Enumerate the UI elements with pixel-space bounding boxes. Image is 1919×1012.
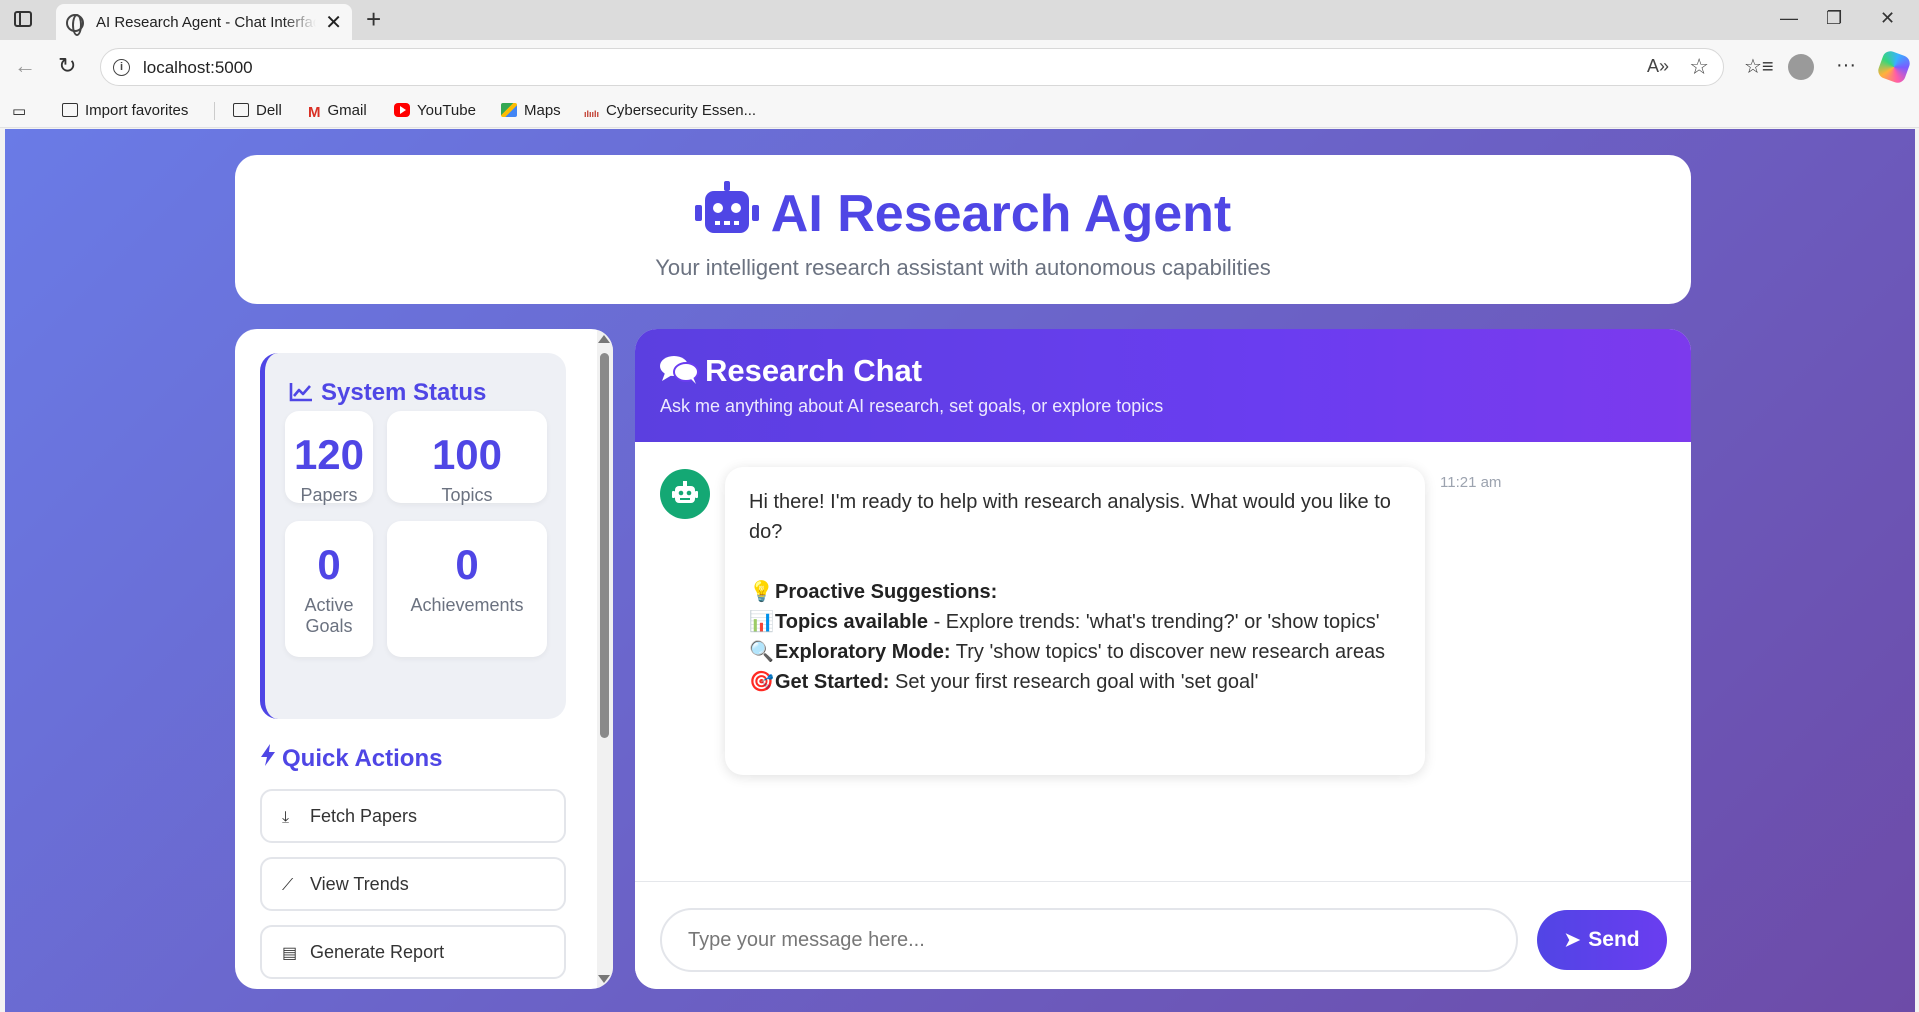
bot-message-bubble: Hi there! I'm ready to help with researc… xyxy=(725,467,1425,775)
new-tab-button[interactable]: + xyxy=(366,4,381,35)
profile-avatar-icon[interactable] xyxy=(1788,54,1814,80)
robot-icon xyxy=(672,481,698,503)
comments-icon xyxy=(660,356,699,384)
bar-chart-icon: 📊 xyxy=(749,611,774,633)
youtube-icon xyxy=(394,103,410,117)
reading-list-icon[interactable]: ▭ xyxy=(12,102,26,120)
chat-panel: Research Chat Ask me anything about AI r… xyxy=(635,329,1691,989)
url-text[interactable]: localhost:5000 xyxy=(143,58,253,78)
scrollbar-thumb[interactable] xyxy=(600,353,609,738)
back-icon[interactable]: ← xyxy=(14,53,36,79)
cisco-icon: ılıılı xyxy=(584,109,600,119)
bookmark-import-favorites[interactable]: Import favorites xyxy=(62,102,188,119)
paper-plane-icon: ➤ xyxy=(1564,930,1581,951)
browser-tab[interactable]: AI Research Agent - Chat Interface ✕ xyxy=(56,4,352,40)
stat-topics: 100 Topics xyxy=(387,411,547,505)
stat-label: Achievements xyxy=(410,595,524,615)
bookmarks-bar: ▭ Import favorites Dell M Gmail YouTube M… xyxy=(0,94,1919,128)
sidebar-toggle-icon[interactable] xyxy=(14,11,32,27)
suggestions-heading: 💡Proactive Suggestions: xyxy=(749,577,1401,607)
bolt-icon xyxy=(261,744,275,766)
scroll-down-icon[interactable] xyxy=(598,975,610,983)
message-input[interactable] xyxy=(660,908,1518,972)
system-status-heading: System Status xyxy=(289,379,486,407)
message-timestamp: 11:21 am xyxy=(1440,474,1502,491)
chat-title: Research Chat xyxy=(659,353,922,389)
stat-label: Active Goals xyxy=(304,595,354,636)
view-trends-button[interactable]: ⟋ View Trends xyxy=(260,857,566,911)
folder-icon xyxy=(233,103,249,117)
page-title: AI Research Agent xyxy=(235,181,1691,244)
stat-label: Topics xyxy=(441,485,493,505)
restore-icon[interactable]: ❐ xyxy=(1826,8,1842,29)
globe-icon xyxy=(66,14,84,36)
copilot-icon[interactable] xyxy=(1876,49,1912,85)
more-menu-icon[interactable]: ··· xyxy=(1836,54,1856,77)
read-aloud-icon[interactable]: A» xyxy=(1647,56,1669,77)
suggestion-item: 🔍Exploratory Mode: Try 'show topics' to … xyxy=(749,637,1401,667)
fetch-papers-button[interactable]: ⤓ Fetch Papers xyxy=(260,789,566,843)
import-icon xyxy=(62,103,78,117)
stat-value: 0 xyxy=(455,541,479,588)
bookmark-youtube[interactable]: YouTube xyxy=(394,102,476,119)
stat-papers: 120 Papers xyxy=(285,411,373,505)
tab-close-icon[interactable]: ✕ xyxy=(325,10,342,35)
hero-header: AI Research Agent Your intelligent resea… xyxy=(235,155,1691,304)
sidebar-scrollbar[interactable] xyxy=(597,329,613,989)
stat-value: 100 xyxy=(431,431,503,478)
favorites-icon[interactable]: ☆≡ xyxy=(1744,54,1774,79)
suggestion-item: 📊Topics available - Explore trends: 'wha… xyxy=(749,607,1401,637)
lightbulb-icon: 💡 xyxy=(749,581,774,603)
minimize-icon[interactable]: — xyxy=(1780,8,1798,29)
stat-active-goals: 0 Active Goals xyxy=(285,521,373,657)
chart-line-icon xyxy=(289,383,312,402)
url-field[interactable]: i localhost:5000 A» ☆ xyxy=(100,48,1724,86)
download-icon: ⤓ xyxy=(282,809,290,826)
reload-icon[interactable]: ↻ xyxy=(58,53,76,79)
target-icon: 🎯 xyxy=(749,671,774,693)
system-status-card: System Status 120 Papers 100 Topics 0 Ac… xyxy=(260,353,566,719)
chat-header: Research Chat Ask me anything about AI r… xyxy=(635,329,1691,442)
bookmark-divider xyxy=(214,102,215,120)
scroll-up-icon[interactable] xyxy=(598,335,610,343)
bookmark-cybersecurity[interactable]: ılıılı Cybersecurity Essen... xyxy=(584,102,756,123)
message-intro: Hi there! I'm ready to help with researc… xyxy=(749,491,1391,543)
chart-line-icon: ⟋ xyxy=(282,877,294,894)
magnifier-icon: 🔍 xyxy=(749,641,774,663)
quick-actions-heading: Quick Actions xyxy=(260,744,442,773)
tab-title: AI Research Agent - Chat Interface xyxy=(96,14,316,31)
stat-value: 120 xyxy=(293,431,365,478)
stat-label: Papers xyxy=(300,485,358,505)
favorite-star-icon[interactable]: ☆ xyxy=(1689,54,1709,80)
suggestion-item: 🎯Get Started: Set your first research go… xyxy=(749,667,1401,697)
page-subtitle: Your intelligent research assistant with… xyxy=(655,255,1271,280)
chat-subtitle: Ask me anything about AI research, set g… xyxy=(660,396,1164,416)
chat-input-area: ➤Send xyxy=(635,881,1691,989)
bookmark-dell[interactable]: Dell xyxy=(233,102,282,119)
site-info-icon[interactable]: i xyxy=(113,59,130,76)
page-title-text: AI Research Agent xyxy=(770,185,1232,243)
send-button[interactable]: ➤ Send xyxy=(1537,910,1667,970)
maps-icon xyxy=(501,103,517,117)
sidebar-panel: System Status 120 Papers 100 Topics 0 Ac… xyxy=(235,329,613,989)
bot-avatar xyxy=(660,469,710,519)
bookmark-maps[interactable]: Maps xyxy=(501,102,561,119)
page-viewport: AI Research Agent Your intelligent resea… xyxy=(5,129,1915,1012)
bookmark-gmail[interactable]: M Gmail xyxy=(308,102,367,121)
generate-report-button[interactable]: ▤ Generate Report xyxy=(260,925,566,979)
close-window-icon[interactable]: ✕ xyxy=(1880,8,1895,29)
robot-icon xyxy=(694,181,759,233)
stat-achievements: 0 Achievements xyxy=(387,521,547,657)
address-bar: ← ↻ i localhost:5000 A» ☆ ☆≡ ··· xyxy=(0,40,1919,94)
browser-tab-bar: AI Research Agent - Chat Interface ✕ + —… xyxy=(0,0,1919,40)
gmail-icon: M xyxy=(308,104,321,121)
stat-value: 0 xyxy=(317,541,341,588)
file-icon: ▤ xyxy=(282,945,298,962)
